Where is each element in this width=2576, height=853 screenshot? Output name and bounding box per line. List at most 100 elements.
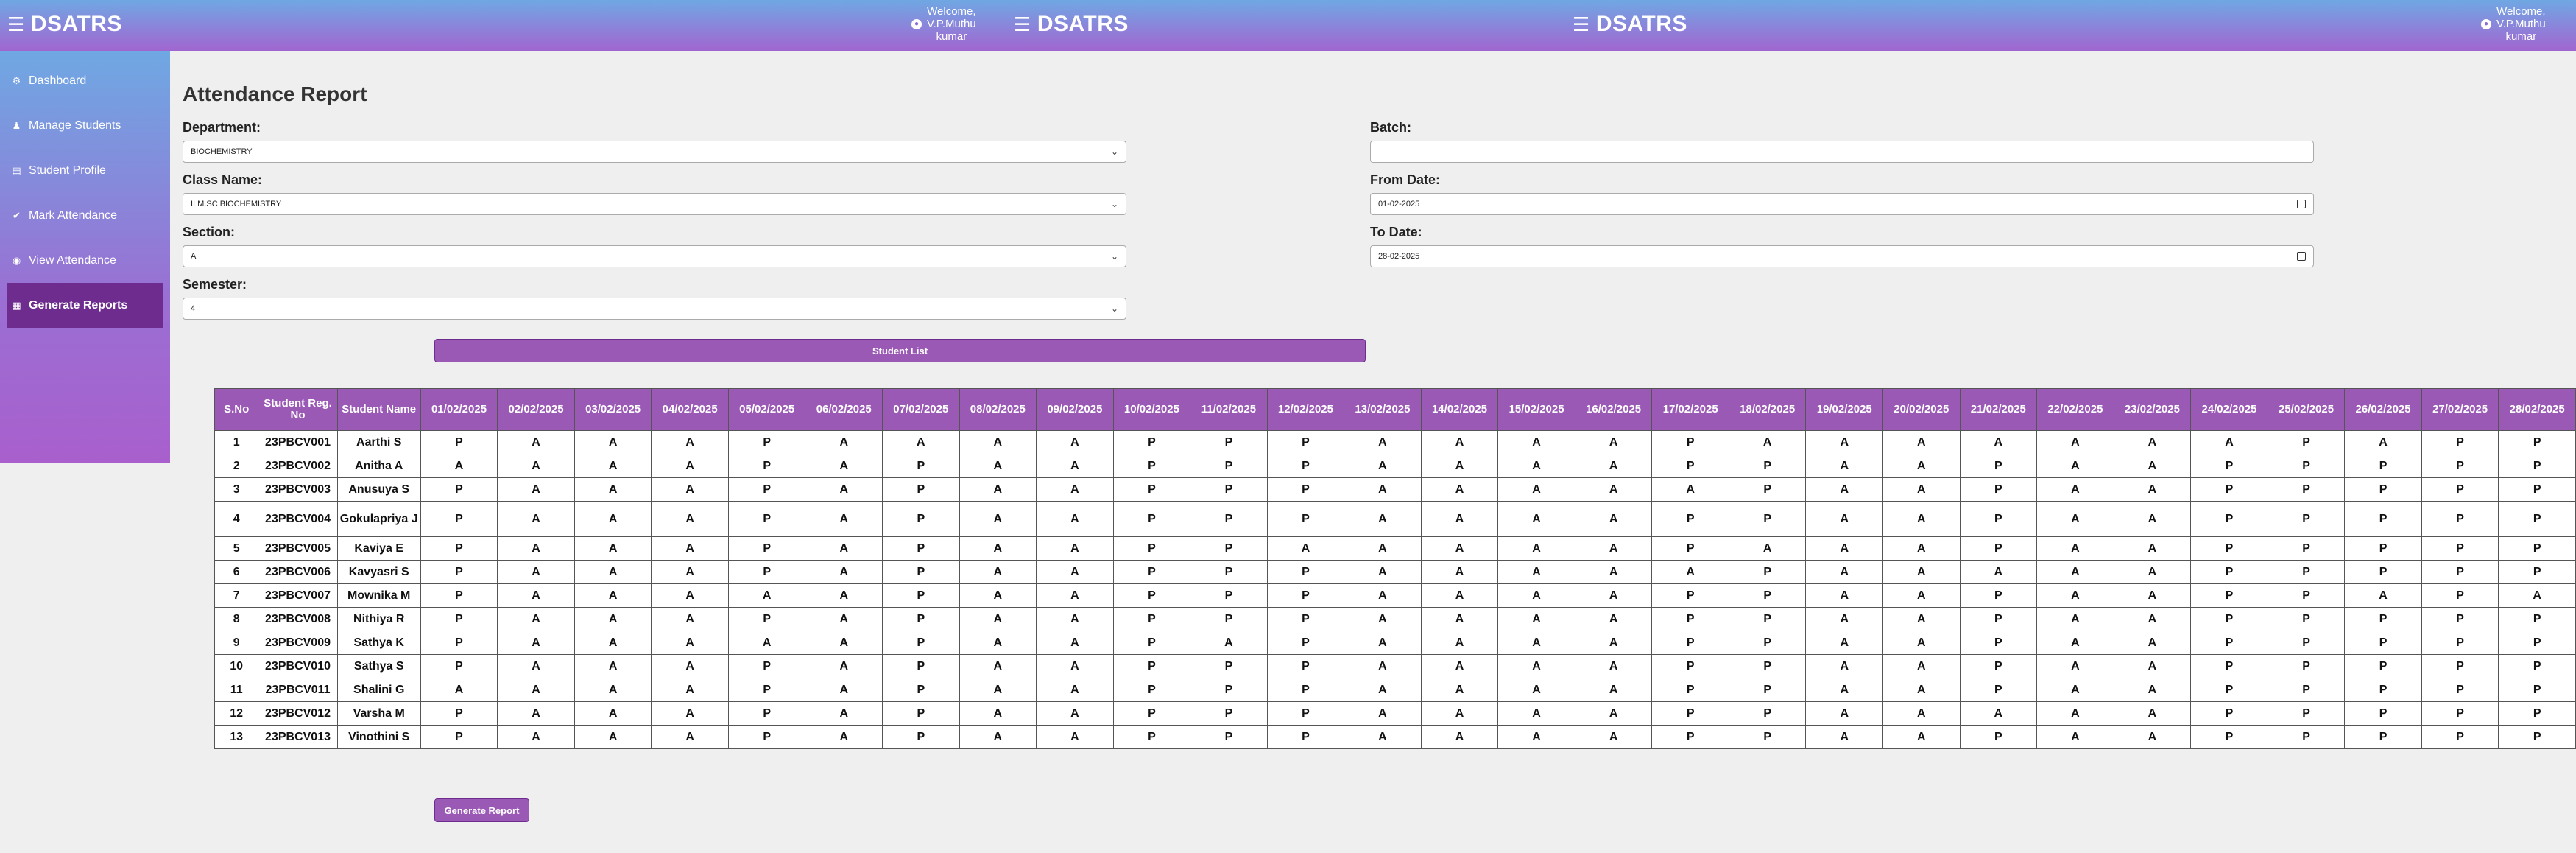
table-row: 4 23PBCV004 Gokulapriya JPAAAPAPAAPPPAAAAP… xyxy=(214,501,2576,537)
reg-no-cell: 23PBCV002 xyxy=(258,454,338,478)
semester-select[interactable]: 4 ⌄ xyxy=(183,298,1126,320)
user-circle-icon-2: ● xyxy=(2481,18,2491,29)
column-header: 12/02/2025 xyxy=(1266,388,1345,431)
attendance-cell: P xyxy=(727,654,806,678)
attendance-cell: P xyxy=(1266,583,1345,608)
attendance-cell: A xyxy=(2036,725,2114,749)
attendance-cell: P xyxy=(1190,678,1268,702)
attendance-cell: P xyxy=(2344,654,2422,678)
column-header: S.No xyxy=(214,388,259,431)
user-icon: ♟ xyxy=(12,119,21,131)
sidebar-item-label: View Attendance xyxy=(29,253,116,267)
attendance-cell: A xyxy=(2113,477,2192,502)
class-select[interactable]: II M.SC BIOCHEMISTRY ⌄ xyxy=(183,193,1126,215)
attendance-cell: P xyxy=(420,536,498,561)
sidebar-item-dashboard[interactable]: ⚙ Dashboard xyxy=(0,58,170,103)
attendance-cell: A xyxy=(497,607,575,631)
serial-cell: 7 xyxy=(214,583,259,608)
from-date-input[interactable]: 01-02-2025 xyxy=(1370,193,2314,215)
attendance-cell: A xyxy=(1497,701,1575,726)
sidebar-item-view-attendance[interactable]: ◉ View Attendance xyxy=(0,238,170,283)
attendance-cell: A xyxy=(2036,678,2114,702)
section-value: A xyxy=(191,252,197,261)
attendance-table: S.No Student Reg. No Student Name 01/02/202… xyxy=(214,388,2576,749)
serial-cell: 10 xyxy=(214,654,259,678)
student-list-button[interactable]: Student List xyxy=(434,339,1366,362)
attendance-cell: A xyxy=(727,583,806,608)
attendance-cell: A xyxy=(1420,454,1499,478)
department-select[interactable]: BIOCHEMISTRY ⌄ xyxy=(183,141,1126,163)
attendance-cell: P xyxy=(2267,701,2346,726)
column-header: 16/02/2025 xyxy=(1574,388,1653,431)
attendance-cell: P xyxy=(1190,560,1268,584)
attendance-cell: P xyxy=(2498,607,2576,631)
student-name-cell: Nithiya R xyxy=(336,607,421,631)
attendance-cell: A xyxy=(2113,536,2192,561)
attendance-cell: A xyxy=(497,477,575,502)
table-row: 2 23PBCV002 Anitha AAAAAPAPAAPPPAAAAPPAAPA… xyxy=(214,454,2576,478)
table-header-row: S.No Student Reg. No Student Name 01/02/202… xyxy=(214,388,2576,431)
attendance-cell: A xyxy=(959,725,1037,749)
attendance-cell: P xyxy=(2498,701,2576,726)
attendance-cell: A xyxy=(497,654,575,678)
brand[interactable]: ☰ DSATRS xyxy=(7,12,122,37)
calendar-icon[interactable] xyxy=(2297,200,2306,208)
section-label: Section: xyxy=(183,225,236,239)
attendance-cell: P xyxy=(420,560,498,584)
brand-3[interactable]: ☰ DSATRS xyxy=(1573,12,1687,37)
table-row: 9 23PBCV009 Sathya KPAAAAAPAAPAPAAAAPPAAPA… xyxy=(214,631,2576,655)
attendance-cell: A xyxy=(1344,560,1422,584)
attendance-cell: A xyxy=(1882,430,1961,454)
serial-cell: 8 xyxy=(214,607,259,631)
attendance-cell: P xyxy=(2421,678,2499,702)
welcome-user-2[interactable]: ● Welcome, V.P.Muthu kumar xyxy=(2481,5,2546,43)
column-header: 26/02/2025 xyxy=(2344,388,2422,431)
generate-report-button[interactable]: Generate Report xyxy=(434,798,529,822)
reg-no-cell: 23PBCV003 xyxy=(258,477,338,502)
student-name-cell: Sathya K xyxy=(336,631,421,655)
sidebar-item-student-profile[interactable]: ▤ Student Profile xyxy=(0,148,170,193)
attendance-cell: A xyxy=(1805,454,1884,478)
attendance-cell: A xyxy=(805,477,883,502)
menu-icon[interactable]: ☰ xyxy=(7,15,25,34)
attendance-cell: A xyxy=(2113,607,2192,631)
attendance-cell: A xyxy=(1497,631,1575,655)
attendance-cell: P xyxy=(2498,725,2576,749)
student-name-cell: Anitha A xyxy=(336,454,421,478)
batch-input[interactable] xyxy=(1370,141,2314,163)
attendance-cell: A xyxy=(1959,430,2038,454)
to-date-input[interactable]: 28-02-2025 xyxy=(1370,245,2314,267)
menu-icon-2[interactable]: ☰ xyxy=(1014,15,1031,34)
table-row: 13 23PBCV013 Vinothini SPAAAPAPAAPPPAAAAPP… xyxy=(214,725,2576,749)
attendance-cell: P xyxy=(727,701,806,726)
sidebar-item-manage-students[interactable]: ♟ Manage Students xyxy=(0,103,170,148)
welcome-user[interactable]: ● Welcome, V.P.Muthu kumar xyxy=(911,5,976,43)
attendance-cell: P xyxy=(420,701,498,726)
eye-icon: ◉ xyxy=(12,254,21,266)
sidebar-item-generate-reports[interactable]: ▦ Generate Reports xyxy=(7,283,163,328)
column-header: 27/02/2025 xyxy=(2421,388,2499,431)
attendance-cell: P xyxy=(2267,725,2346,749)
attendance-cell: P xyxy=(1190,654,1268,678)
attendance-cell: P xyxy=(2421,701,2499,726)
attendance-cell: P xyxy=(1651,701,1729,726)
to-date-value: 28-02-2025 xyxy=(1378,252,1420,261)
attendance-cell: A xyxy=(651,725,729,749)
attendance-cell: A xyxy=(1882,631,1961,655)
calendar-icon[interactable] xyxy=(2297,252,2306,261)
attendance-cell: A xyxy=(805,583,883,608)
attendance-cell: A xyxy=(574,560,652,584)
attendance-cell: A xyxy=(1420,725,1499,749)
attendance-cell: A xyxy=(1036,678,1114,702)
brand-2[interactable]: ☰ DSATRS xyxy=(1014,12,1129,37)
section-select[interactable]: A ⌄ xyxy=(183,245,1126,267)
from-date-label: From Date: xyxy=(1370,172,1441,187)
attendance-cell: P xyxy=(2421,725,2499,749)
serial-cell: 9 xyxy=(214,631,259,655)
attendance-cell: A xyxy=(574,430,652,454)
menu-icon-3[interactable]: ☰ xyxy=(1573,15,1590,34)
attendance-cell: A xyxy=(651,501,729,537)
attendance-cell: A xyxy=(2498,583,2576,608)
sidebar-item-mark-attendance[interactable]: ✔ Mark Attendance xyxy=(0,193,170,238)
attendance-cell: A xyxy=(420,454,498,478)
